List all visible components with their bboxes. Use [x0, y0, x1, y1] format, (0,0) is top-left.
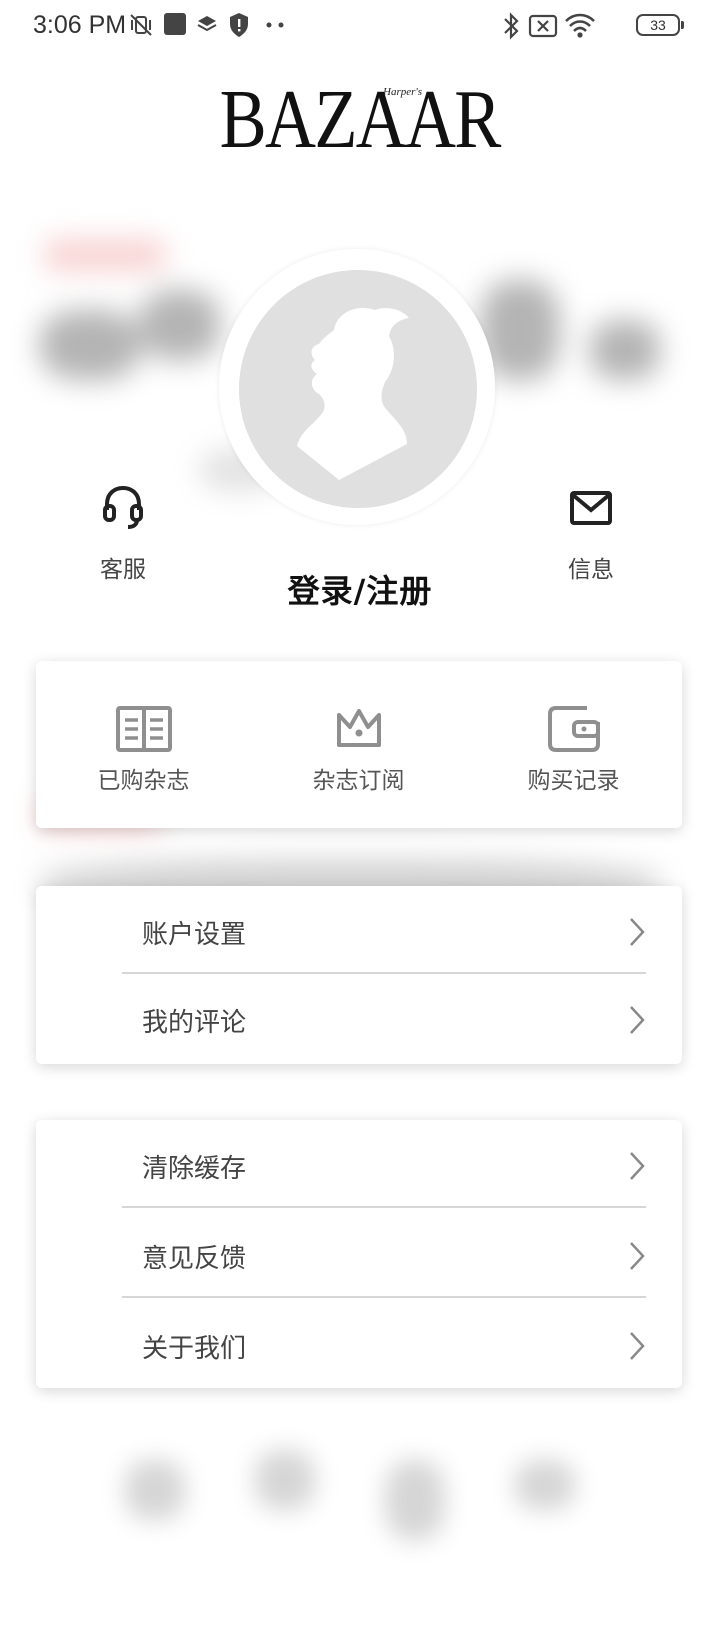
blurred-bottom-nav: [0, 1420, 720, 1620]
menu-item-label: 我的评论: [142, 1008, 247, 1038]
messages-button[interactable]: 信息: [531, 490, 651, 584]
purchase-history-button[interactable]: 购买记录: [466, 661, 681, 828]
headset-icon: [103, 485, 143, 529]
magazine-subscription-button[interactable]: 杂志订阅: [251, 661, 466, 828]
crown-icon: [336, 709, 381, 747]
more-dots-icon: [266, 22, 284, 28]
menu-item-label: 意见反馈: [142, 1244, 247, 1274]
app-square-icon: [164, 13, 186, 35]
status-time: 3:06 PM: [33, 11, 127, 39]
clear-cache-row[interactable]: 清除缓存: [86, 1120, 646, 1208]
chevron-right-icon: [630, 1242, 645, 1270]
avatar-silhouette-icon: [297, 308, 409, 480]
magazine-subscription-label: 杂志订阅: [312, 768, 405, 794]
wifi-icon: [565, 13, 595, 38]
chevron-right-icon: [630, 1006, 645, 1034]
account-menu-card: 账户设置 我的评论: [36, 886, 682, 1064]
mute-vibrate-icon: [130, 14, 152, 36]
battery-icon: 33: [636, 14, 684, 36]
bluetooth-icon: [504, 12, 519, 40]
chevron-right-icon: [630, 918, 645, 946]
messages-label: 信息: [568, 557, 614, 583]
open-book-icon: [115, 706, 172, 752]
customer-service-button[interactable]: 客服: [63, 484, 183, 584]
chevron-right-icon: [630, 1152, 645, 1180]
menu-item-label: 清除缓存: [142, 1154, 247, 1184]
chevron-right-icon: [630, 1332, 645, 1360]
layers-icon: [197, 16, 217, 32]
wallet-icon: [547, 706, 600, 752]
logo-wordmark: BAZAAR: [219, 73, 502, 166]
app-logo: BAZAAR Harper's: [0, 73, 720, 166]
account-settings-row[interactable]: 账户设置: [86, 886, 646, 974]
logo-small-text: Harper's: [383, 86, 423, 98]
feedback-row[interactable]: 意见反馈: [86, 1210, 646, 1298]
customer-service-label: 客服: [100, 557, 146, 583]
purchase-history-label: 购买记录: [527, 768, 620, 794]
about-us-row[interactable]: 关于我们: [86, 1300, 646, 1388]
my-comments-row[interactable]: 我的评论: [86, 974, 646, 1062]
shield-icon: [230, 13, 248, 37]
no-sim-icon: [528, 14, 558, 38]
menu-item-label: 账户设置: [142, 920, 247, 950]
status-bar: 3:06 PM 33: [0, 0, 720, 52]
login-register-button[interactable]: 登录/注册: [260, 566, 460, 612]
envelope-icon: [570, 491, 612, 525]
menu-item-label: 关于我们: [142, 1334, 247, 1364]
purchased-magazines-button[interactable]: 已购杂志: [36, 661, 251, 828]
purchased-magazines-label: 已购杂志: [97, 768, 190, 794]
avatar[interactable]: [239, 270, 477, 508]
quick-actions-card: 已购杂志 杂志订阅 购买记录: [36, 661, 682, 828]
app-menu-card: 清除缓存 意见反馈 关于我们: [36, 1120, 682, 1388]
